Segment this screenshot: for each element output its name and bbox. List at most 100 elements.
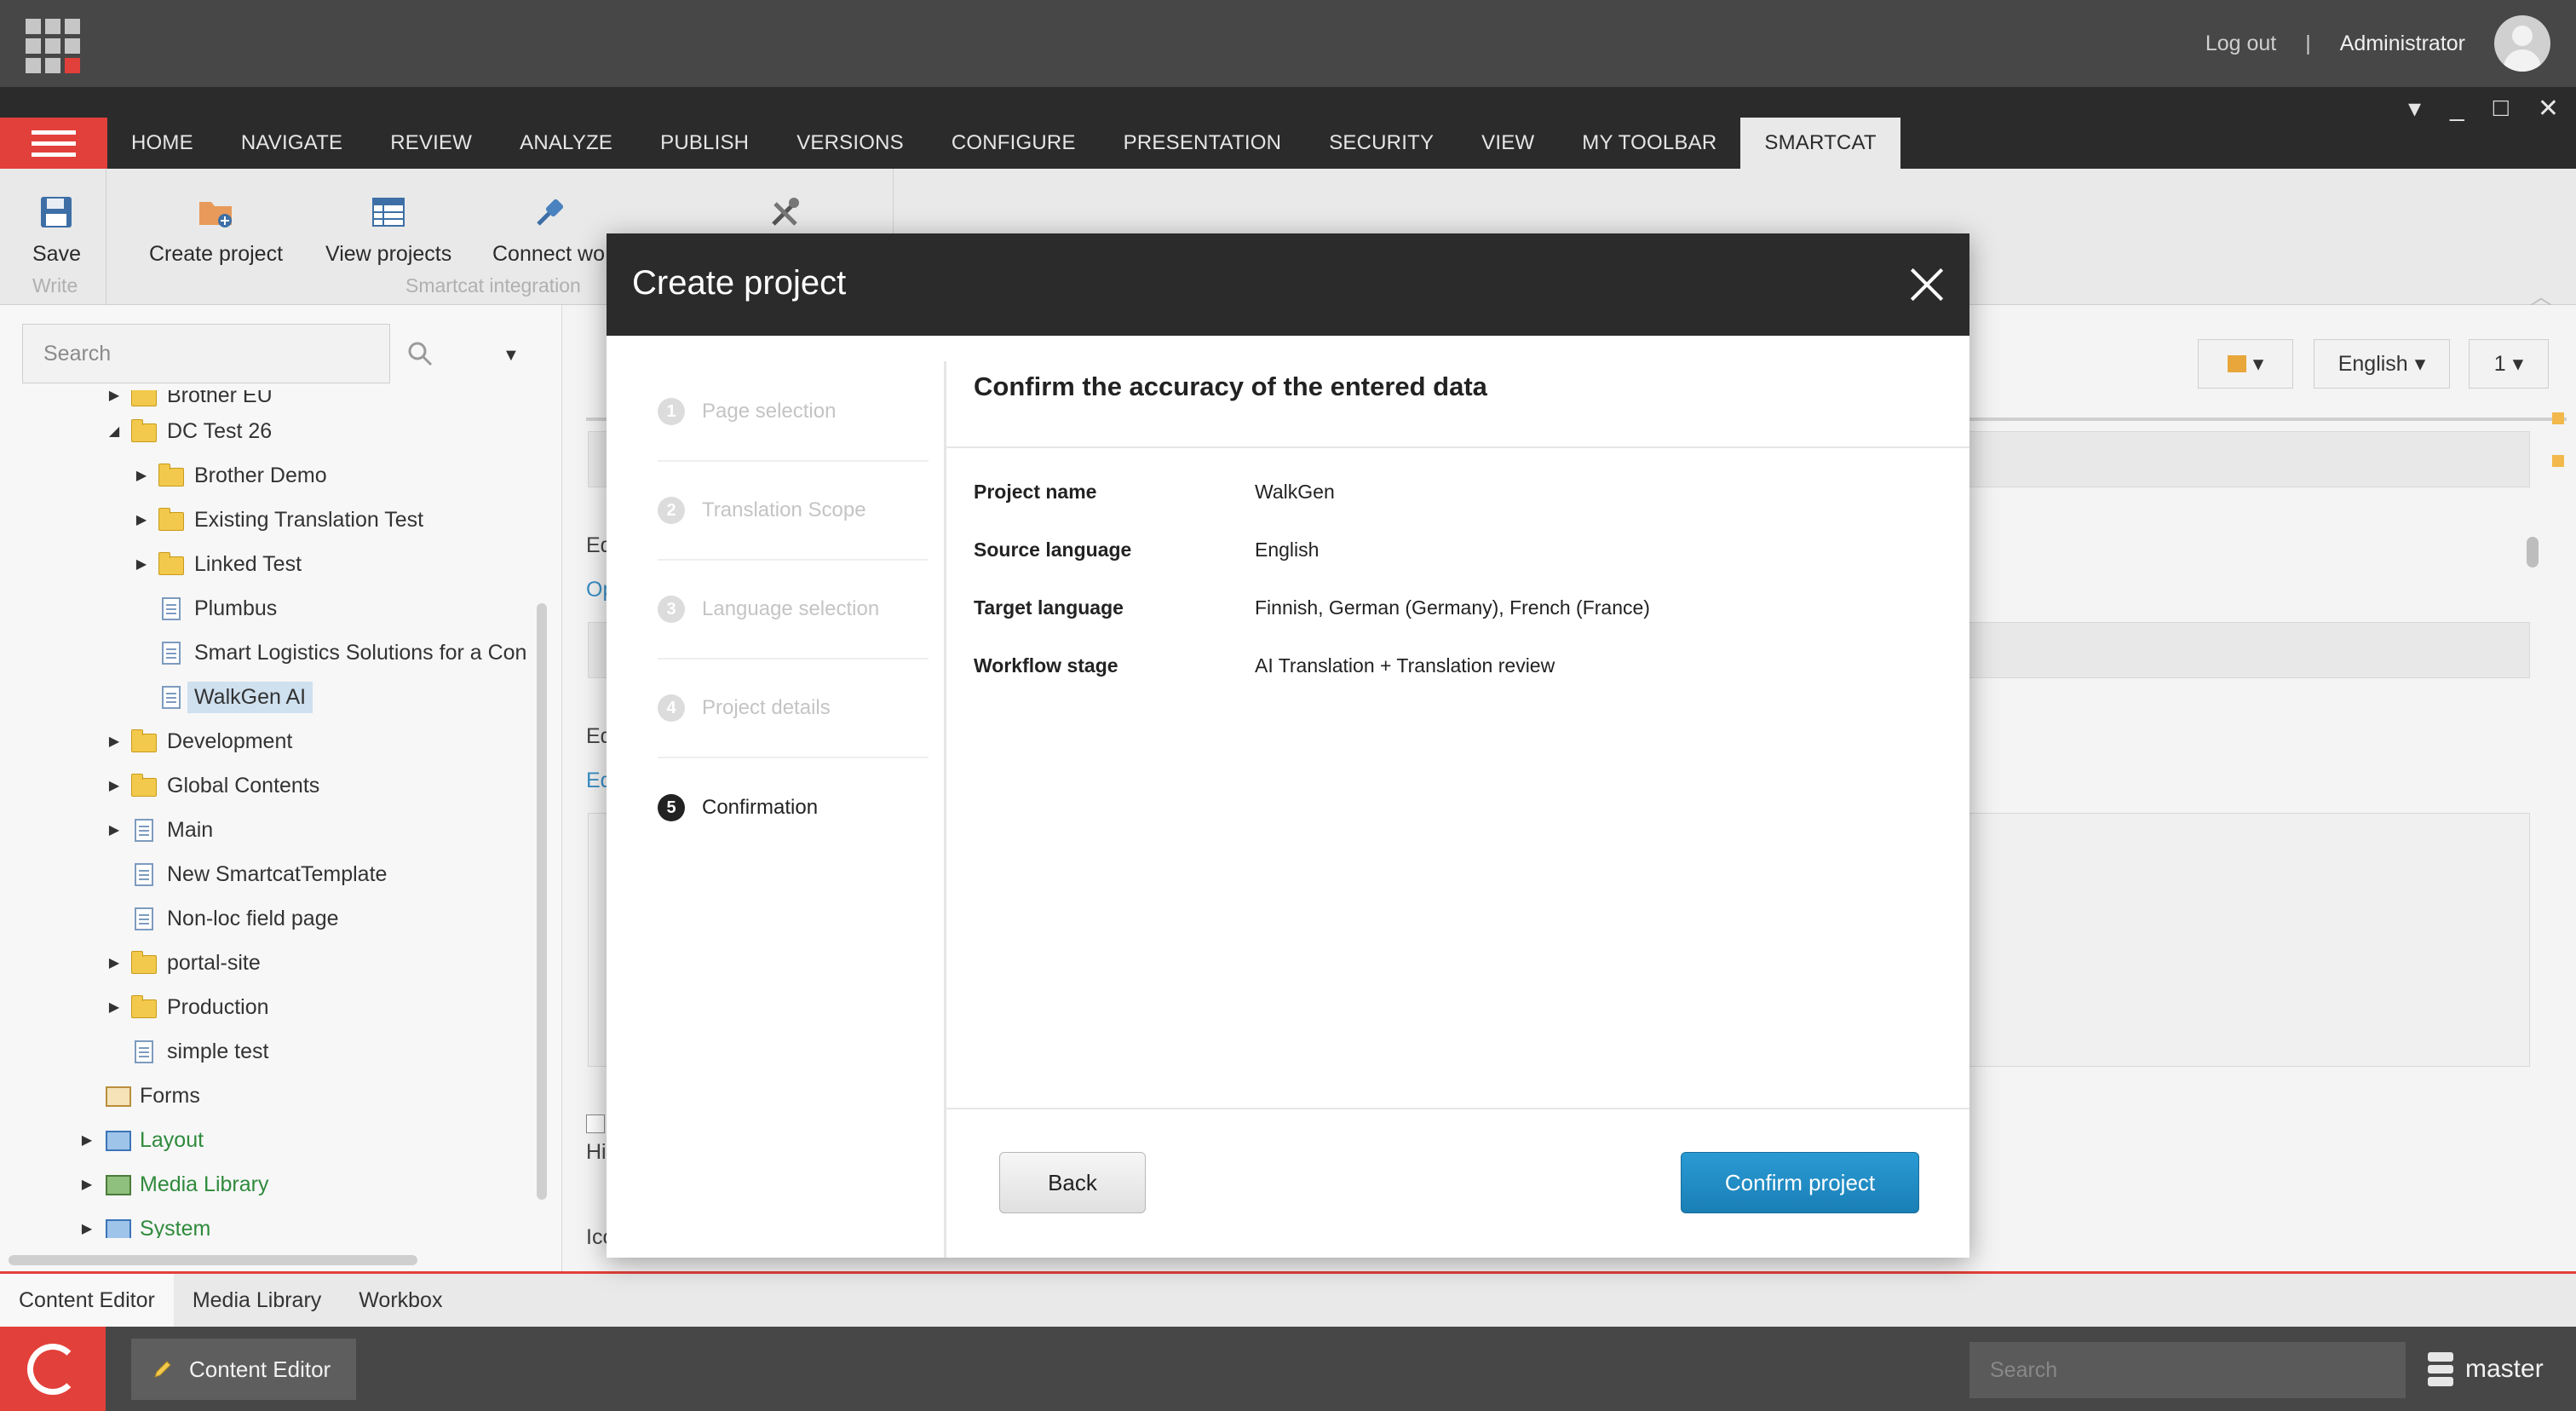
tab-analyze[interactable]: ANALYZE: [496, 118, 636, 169]
maximize-icon[interactable]: □: [2493, 94, 2509, 124]
tree-item[interactable]: Non-loc field page: [104, 900, 339, 937]
close-icon[interactable]: [1908, 266, 1946, 303]
smartcat-group-label: Smartcat integration: [405, 274, 581, 297]
tree-item[interactable]: Plumbus: [131, 590, 277, 627]
write-group-label: Write: [32, 274, 78, 297]
item-button[interactable]: ▾: [2198, 339, 2293, 389]
hamburger-menu-icon[interactable]: [0, 118, 107, 169]
tab-content-editor[interactable]: Content Editor: [0, 1274, 174, 1327]
validation-marker[interactable]: [2552, 455, 2564, 467]
expand-arrow-icon[interactable]: ▶: [104, 954, 124, 971]
tab-publish[interactable]: PUBLISH: [636, 118, 773, 169]
tree-item[interactable]: ▶ Main: [104, 811, 213, 849]
expand-arrow-icon[interactable]: ▶: [131, 511, 152, 528]
tree-item[interactable]: ▶ Existing Translation Test: [131, 501, 423, 538]
system-icon: [106, 1219, 131, 1238]
tab-my-toolbar[interactable]: MY TOOLBAR: [1558, 118, 1740, 169]
tree-item[interactable]: New SmartcatTemplate: [104, 855, 387, 893]
tree-horizontal-scrollbar[interactable]: [9, 1255, 417, 1265]
tree-item[interactable]: Forms: [77, 1077, 200, 1114]
search-icon[interactable]: [407, 341, 433, 366]
tab-versions[interactable]: VERSIONS: [773, 118, 928, 169]
user-name[interactable]: Administrator: [2340, 32, 2465, 56]
validation-marker[interactable]: [2552, 412, 2564, 424]
tab-workbox[interactable]: Workbox: [340, 1274, 461, 1327]
expand-arrow-icon[interactable]: ▶: [77, 1176, 97, 1193]
checkbox[interactable]: [586, 1114, 605, 1133]
tab-security[interactable]: SECURITY: [1305, 118, 1458, 169]
expand-arrow-icon[interactable]: ▶: [104, 390, 124, 404]
tree-item[interactable]: ▶ Development: [104, 723, 292, 760]
tab-media-library[interactable]: Media Library: [174, 1274, 340, 1327]
close-window-icon[interactable]: ✕: [2538, 94, 2559, 124]
tab-presentation[interactable]: PRESENTATION: [1100, 118, 1306, 169]
collapse-arrow-icon[interactable]: ◢: [104, 423, 124, 440]
tree-item-selected[interactable]: WalkGen AI: [131, 678, 313, 716]
save-button[interactable]: Save: [32, 194, 81, 267]
language-selector[interactable]: English ▾: [2314, 339, 2450, 389]
logout-link[interactable]: Log out: [2205, 32, 2276, 56]
layout-icon: [106, 1131, 131, 1151]
expand-arrow-icon[interactable]: ▶: [131, 556, 152, 573]
tab-review[interactable]: REVIEW: [366, 118, 496, 169]
launchpad-grid-icon[interactable]: [26, 19, 80, 73]
confirmation-panel: Confirm the accuracy of the entered data…: [946, 336, 1969, 1258]
task-label: Content Editor: [189, 1356, 331, 1382]
view-projects-button[interactable]: View projects: [325, 194, 451, 267]
tree-item[interactable]: ▶ Global Contents: [104, 767, 319, 804]
tree-item[interactable]: simple test: [104, 1033, 268, 1070]
expand-arrow-icon[interactable]: ▶: [77, 1132, 97, 1149]
tab-home[interactable]: HOME: [107, 118, 217, 169]
field-label: Hi: [586, 1140, 607, 1164]
workflow-stage-value: AI Translation + Translation review: [1255, 654, 1555, 677]
page-icon: [135, 907, 153, 930]
tree-item[interactable]: ▶ Brother Demo: [131, 457, 327, 494]
step-label: Confirmation: [702, 796, 819, 819]
expand-arrow-icon[interactable]: ▶: [131, 467, 152, 484]
tools-button[interactable]: [767, 194, 804, 230]
avatar-icon[interactable]: [2494, 15, 2550, 72]
page-icon: [135, 1040, 153, 1063]
dropdown-arrow-icon[interactable]: ▾: [2408, 94, 2421, 124]
target-language-label: Target language: [974, 596, 1124, 619]
tree-vertical-scrollbar[interactable]: [537, 603, 547, 1200]
tree-item[interactable]: ▶ System: [77, 1210, 210, 1238]
page-icon: [162, 642, 181, 665]
page-icon: [135, 819, 153, 842]
step-label: Language selection: [702, 597, 880, 620]
tree-item[interactable]: Smart Logistics Solutions for a Con: [131, 634, 526, 671]
tree-item[interactable]: ◢ DC Test 26: [104, 412, 272, 450]
search-options-dropdown-icon[interactable]: ▼: [503, 346, 520, 366]
tab-view[interactable]: VIEW: [1458, 118, 1558, 169]
tree-item[interactable]: ▶ Brother EU: [104, 390, 273, 414]
expand-arrow-icon[interactable]: ▶: [104, 999, 124, 1016]
connect-button[interactable]: Connect wo: [492, 194, 605, 267]
tree-item[interactable]: ▶ Layout: [77, 1121, 204, 1159]
taskbar-search-input[interactable]: [1969, 1342, 2406, 1398]
tree-item[interactable]: ▶ Media Library: [77, 1166, 269, 1203]
tab-configure[interactable]: CONFIGURE: [928, 118, 1100, 169]
database-indicator[interactable]: master: [2428, 1352, 2544, 1387]
sitecore-logo-icon[interactable]: [0, 1327, 106, 1411]
expand-arrow-icon[interactable]: ▶: [104, 777, 124, 794]
tab-smartcat[interactable]: SMARTCAT: [1740, 118, 1900, 169]
expand-arrow-icon[interactable]: ▶: [104, 733, 124, 750]
tree-item[interactable]: ▶ portal-site: [104, 944, 261, 982]
confirm-project-button[interactable]: Confirm project: [1681, 1152, 1919, 1213]
back-button[interactable]: Back: [999, 1152, 1146, 1213]
expand-arrow-icon[interactable]: ▶: [104, 821, 124, 838]
separator: |: [2305, 31, 2311, 55]
version-selector[interactable]: 1 ▾: [2469, 339, 2549, 389]
dialog-title: Create project: [632, 264, 847, 302]
step-translation-scope: 2 Translation Scope: [658, 462, 929, 561]
content-editor-task[interactable]: Content Editor: [131, 1339, 356, 1400]
tab-navigate[interactable]: NAVIGATE: [217, 118, 366, 169]
tree-item[interactable]: ▶ Linked Test: [131, 545, 302, 583]
tree-search-input[interactable]: [22, 324, 390, 383]
content-scrollbar[interactable]: [2527, 537, 2539, 567]
tree-item[interactable]: ▶ Production: [104, 988, 269, 1026]
create-project-button[interactable]: Create project: [149, 194, 283, 267]
connect-label: Connect wo: [492, 242, 606, 266]
minimize-icon[interactable]: _: [2450, 94, 2464, 124]
expand-arrow-icon[interactable]: ▶: [77, 1220, 97, 1237]
